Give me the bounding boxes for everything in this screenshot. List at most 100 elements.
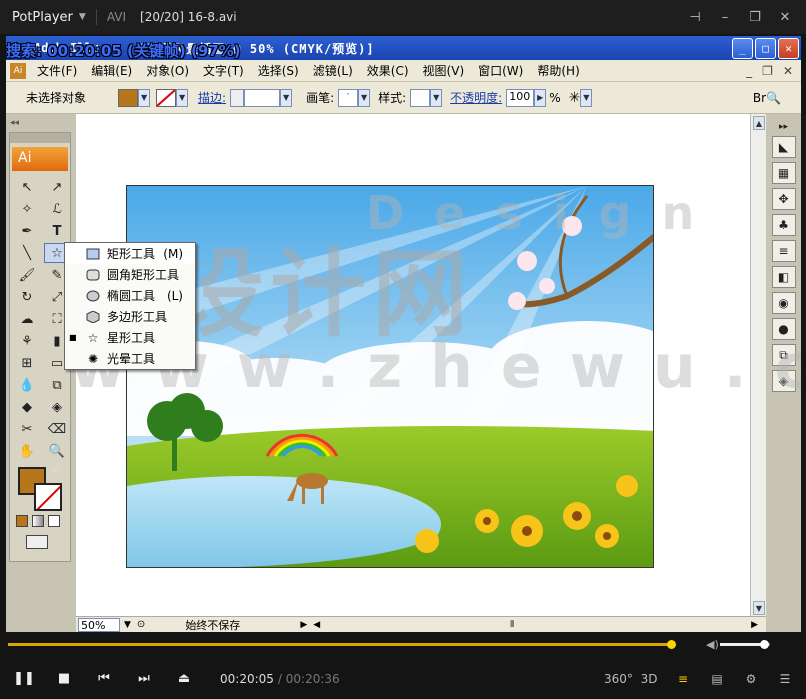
ai-minimize-icon[interactable]: _ (732, 37, 753, 59)
eraser-tool-icon[interactable]: ⌫ (44, 419, 70, 439)
panel-grip-icon[interactable]: ▸▸ (772, 122, 796, 132)
toolbox-header[interactable] (10, 133, 70, 143)
hand-tool-icon[interactable]: ✋ (14, 441, 40, 461)
brushes-panel-icon[interactable]: ✥ (771, 188, 796, 210)
ai-maximize-icon[interactable]: □ (755, 37, 776, 59)
menu-view[interactable]: 视图(V) (416, 62, 472, 79)
stroke-panel-icon[interactable]: ≡ (771, 240, 796, 262)
brush-dropdown-icon[interactable]: ▼ (358, 88, 371, 107)
recolor-icon[interactable]: ✳ (569, 90, 581, 106)
pin-icon[interactable]: ⊣ (680, 10, 710, 25)
align-panel-icon[interactable]: ⧉ (771, 344, 796, 366)
minimize-icon[interactable]: – (710, 10, 740, 25)
menu-object[interactable]: 对象(O) (139, 62, 196, 79)
graphic-styles-panel-icon[interactable]: ● (771, 318, 796, 340)
hscroll-right-icon[interactable]: ▶ (751, 620, 758, 630)
zoom-input[interactable]: 50% (78, 617, 120, 632)
app-logo[interactable]: PotPlayer (12, 10, 73, 25)
stop-icon[interactable]: ■ (44, 671, 84, 686)
flyout-item-star[interactable]: ■ ☆ 星形工具 (65, 327, 195, 348)
layers-panel-icon[interactable]: ◈ (771, 370, 796, 392)
lasso-tool-icon[interactable]: ℒ (44, 199, 70, 219)
ai-doc-icon[interactable]: Ai (10, 62, 26, 79)
gradient-panel-icon[interactable]: ◣ (771, 136, 796, 158)
slice-tool-icon[interactable]: ✂ (14, 419, 40, 439)
stroke-weight-dropdown-icon[interactable]: ▼ (280, 88, 293, 107)
brush-input[interactable]: · (338, 88, 359, 107)
paintbrush-tool-icon[interactable]: 🖌 (14, 265, 40, 285)
blend-tool-icon[interactable]: ⧉ (44, 375, 70, 395)
status-arrow-icon[interactable]: ▶ (300, 620, 307, 630)
opacity-label[interactable]: 不透明度: (450, 89, 502, 106)
eyedropper-tool-icon[interactable]: 💧 (14, 375, 40, 395)
collapse-arrows-icon[interactable]: ◂◂ (10, 118, 19, 128)
status-menu-icon[interactable]: ⊙ (137, 619, 145, 630)
flyout-item-flare[interactable]: ✺ 光晕工具 (65, 348, 195, 369)
seek-knob[interactable] (667, 640, 676, 649)
magic-wand-tool-icon[interactable]: ✧ (14, 199, 40, 219)
stroke-stepper[interactable] (230, 88, 245, 107)
recolor-dropdown-icon[interactable]: ▼ (580, 88, 593, 107)
screen-mode-icon[interactable] (26, 535, 48, 549)
vr-360-icon[interactable]: 360° (604, 672, 633, 686)
stroke-color-swatch[interactable] (34, 483, 62, 511)
pause-icon[interactable]: ❚❚ (4, 671, 44, 686)
flyout-item-ellipse[interactable]: 椭圆工具 (L) (65, 285, 195, 306)
menu-select[interactable]: 选择(S) (251, 62, 306, 79)
fill-swatch[interactable] (118, 88, 139, 107)
pen-tool-icon[interactable]: ✒ (14, 221, 40, 241)
live-paint-tool-icon[interactable]: ◆ (14, 397, 40, 417)
doc-restore-icon[interactable]: ❐ (762, 64, 773, 78)
opacity-input[interactable]: 100 (506, 88, 535, 107)
gradient-mode-icon[interactable] (32, 515, 44, 527)
style-input[interactable] (410, 88, 431, 107)
scroll-down-icon[interactable]: ▼ (753, 601, 765, 615)
warp-tool-icon[interactable]: ☁ (14, 309, 40, 329)
flyout-item-rounded-rectangle[interactable]: 圆角矩形工具 (65, 264, 195, 285)
vertical-scrollbar[interactable]: ▲ ▼ (750, 114, 766, 617)
live-paint-select-icon[interactable]: ◈ (44, 397, 70, 417)
appearance-panel-icon[interactable]: ◉ (771, 292, 796, 314)
volume-icon[interactable]: ◀) (706, 638, 719, 651)
type-tool-icon[interactable]: T (44, 221, 70, 241)
ai-close-icon[interactable]: ✕ (778, 37, 799, 59)
swatches-panel-icon[interactable]: ▦ (771, 162, 796, 184)
menu-filter[interactable]: 滤镜(L) (306, 62, 360, 79)
selection-tool-icon[interactable]: ↖ (14, 177, 40, 197)
opacity-arrow-icon[interactable]: ▶ (534, 88, 547, 107)
menu-effect[interactable]: 效果(C) (360, 62, 416, 79)
swap-fill-stroke-icon[interactable]: ↺ (52, 465, 60, 476)
subtitle-icon[interactable]: ▤ (706, 672, 728, 686)
menu-icon[interactable]: ☰ (774, 672, 796, 686)
menu-help[interactable]: 帮助(H) (530, 62, 586, 79)
playlist-search-icon[interactable]: ≡ (672, 672, 694, 686)
doc-minimize-icon[interactable]: _ (746, 64, 752, 78)
seek-progress[interactable] (8, 643, 671, 646)
hscroll-thumb-icon[interactable]: ⦀ (510, 620, 514, 630)
close-icon[interactable]: ✕ (770, 10, 800, 25)
flyout-item-rectangle[interactable]: 矩形工具 (M) (65, 243, 195, 264)
previous-icon[interactable]: ⏮ (84, 671, 124, 686)
color-mode-icon[interactable] (16, 515, 28, 527)
stroke-label[interactable]: 描边: (198, 89, 226, 106)
volume-knob[interactable] (760, 640, 769, 649)
stroke-swatch[interactable] (156, 88, 177, 107)
seek-bar[interactable]: ◀) (0, 632, 806, 658)
rotate-tool-icon[interactable]: ↻ (14, 287, 40, 307)
menu-window[interactable]: 窗口(W) (471, 62, 530, 79)
mesh-tool-icon[interactable]: ⊞ (14, 353, 40, 373)
none-mode-icon[interactable] (48, 515, 60, 527)
symbol-sprayer-tool-icon[interactable]: ⚘ (14, 331, 40, 351)
style-dropdown-icon[interactable]: ▼ (430, 88, 443, 107)
symbols-panel-icon[interactable]: ♣ (771, 214, 796, 236)
stroke-dropdown-icon[interactable]: ▼ (176, 88, 189, 107)
hscroll-left-icon[interactable]: ◀ (313, 620, 320, 630)
menu-file[interactable]: 文件(F) (30, 62, 84, 79)
bridge-icon[interactable]: Br🔍 (753, 91, 781, 105)
fill-dropdown-icon[interactable]: ▼ (138, 88, 151, 107)
zoom-tool-icon[interactable]: 🔍 (44, 441, 70, 461)
eject-icon[interactable]: ⏏ (164, 671, 204, 686)
maximize-icon[interactable]: ❐ (740, 10, 770, 25)
scroll-up-icon[interactable]: ▲ (753, 116, 765, 130)
menu-edit[interactable]: 编辑(E) (84, 62, 139, 79)
